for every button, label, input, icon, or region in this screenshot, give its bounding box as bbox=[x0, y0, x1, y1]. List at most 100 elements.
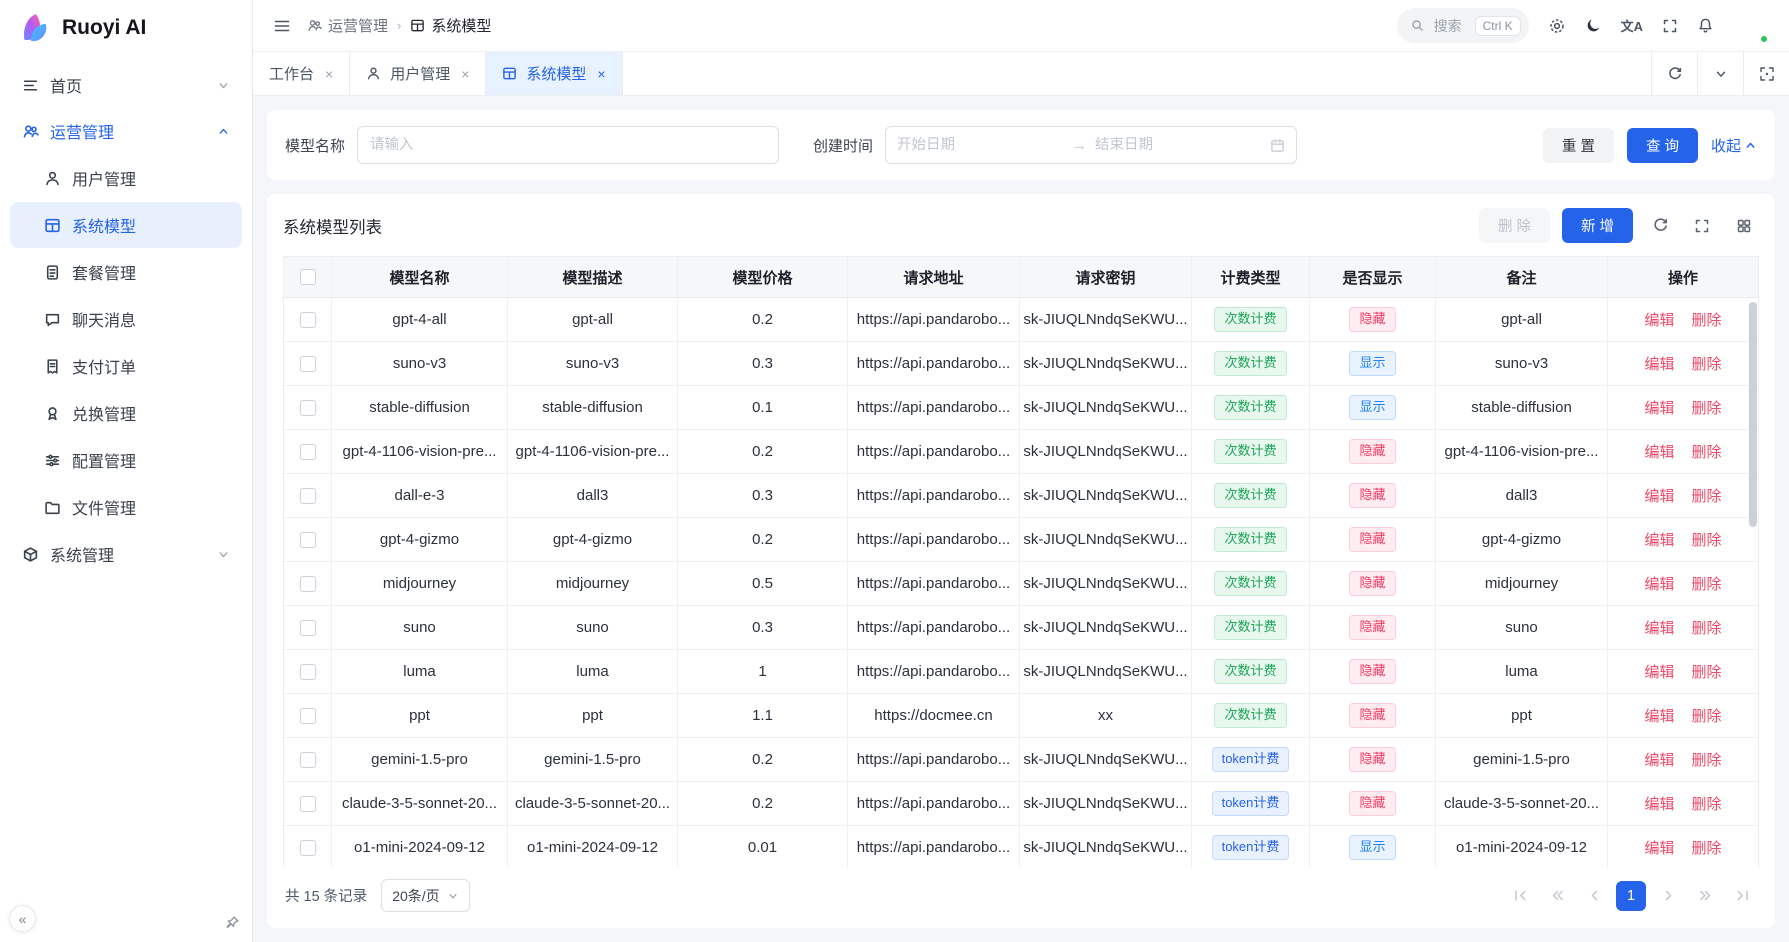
table-vertical-scrollbar[interactable] bbox=[1749, 302, 1757, 527]
sidebar-item-operations[interactable]: 运营管理 bbox=[10, 108, 242, 154]
create-time-range-picker[interactable]: → bbox=[885, 126, 1297, 164]
dark-mode-moon-icon[interactable] bbox=[1585, 17, 1602, 34]
first-page-button[interactable] bbox=[1505, 881, 1535, 911]
edit-link[interactable]: 编辑 bbox=[1644, 309, 1674, 330]
delete-link[interactable]: 删除 bbox=[1692, 749, 1722, 770]
delete-link[interactable]: 删除 bbox=[1692, 793, 1722, 814]
row-checkbox[interactable] bbox=[300, 356, 316, 372]
tab-workbench[interactable]: 工作台 × bbox=[253, 52, 350, 95]
row-checkbox[interactable] bbox=[300, 796, 316, 812]
next-page-button[interactable] bbox=[1653, 881, 1683, 911]
last-page-button[interactable] bbox=[1727, 881, 1757, 911]
close-icon[interactable]: × bbox=[597, 66, 605, 82]
row-checkbox[interactable] bbox=[300, 620, 316, 636]
edit-link[interactable]: 编辑 bbox=[1644, 353, 1674, 374]
page-size-select[interactable]: 20条/页 bbox=[381, 879, 469, 912]
delete-link[interactable]: 删除 bbox=[1692, 353, 1722, 374]
delete-link[interactable]: 删除 bbox=[1692, 529, 1722, 550]
model-desc-cell: suno-v3 bbox=[508, 342, 678, 386]
fast-prev-button[interactable] bbox=[1542, 881, 1572, 911]
request-key-cell: sk-JIUQLNndqSeKWU... bbox=[1020, 562, 1192, 606]
hamburger-icon[interactable] bbox=[273, 17, 291, 35]
page-content: 模型名称 创建时间 → 重 置 查 询 收起 bbox=[253, 96, 1789, 942]
breadcrumb-item-operations[interactable]: 运营管理 bbox=[307, 15, 388, 36]
close-icon[interactable]: × bbox=[461, 66, 469, 82]
row-checkbox[interactable] bbox=[300, 532, 316, 548]
row-checkbox[interactable] bbox=[300, 312, 316, 328]
current-page[interactable]: 1 bbox=[1616, 881, 1646, 911]
collapse-filter-link[interactable]: 收起 bbox=[1711, 135, 1757, 156]
delete-link[interactable]: 删除 bbox=[1692, 661, 1722, 682]
language-translate-icon[interactable]: 文A bbox=[1621, 16, 1643, 35]
model-desc-cell: suno bbox=[508, 606, 678, 650]
row-checkbox[interactable] bbox=[300, 708, 316, 724]
delete-link[interactable]: 删除 bbox=[1692, 705, 1722, 726]
sidebar-item-models[interactable]: 系统模型 bbox=[10, 202, 242, 248]
model-name-input[interactable] bbox=[357, 126, 779, 164]
end-date-input[interactable] bbox=[1095, 137, 1262, 153]
tab-models[interactable]: 系统模型 × bbox=[486, 52, 622, 95]
edit-link[interactable]: 编辑 bbox=[1644, 837, 1674, 858]
start-date-input[interactable] bbox=[897, 137, 1064, 153]
request-url-cell: https://api.pandarobo... bbox=[848, 782, 1020, 826]
sidebar-item-redeem[interactable]: 兑换管理 bbox=[10, 390, 242, 436]
sidebar-item-home[interactable]: 首页 bbox=[10, 62, 242, 108]
edit-link[interactable]: 编辑 bbox=[1644, 573, 1674, 594]
row-checkbox[interactable] bbox=[300, 664, 316, 680]
global-search[interactable]: 搜索 Ctrl K bbox=[1397, 8, 1529, 43]
row-checkbox[interactable] bbox=[300, 576, 316, 592]
row-checkbox[interactable] bbox=[300, 444, 316, 460]
delete-link[interactable]: 删除 bbox=[1692, 573, 1722, 594]
row-checkbox[interactable] bbox=[300, 840, 316, 856]
visibility-tag: 显示 bbox=[1349, 395, 1395, 419]
select-all-checkbox[interactable] bbox=[300, 269, 316, 285]
chevron-down-icon[interactable] bbox=[1697, 52, 1743, 95]
edit-link[interactable]: 编辑 bbox=[1644, 661, 1674, 682]
sidebar-item-chat[interactable]: 聊天消息 bbox=[10, 296, 242, 342]
bell-icon[interactable] bbox=[1697, 17, 1714, 34]
delete-link[interactable]: 删除 bbox=[1692, 441, 1722, 462]
gear-icon[interactable] bbox=[1548, 17, 1566, 35]
column-settings-icon[interactable] bbox=[1729, 211, 1759, 241]
edit-link[interactable]: 编辑 bbox=[1644, 793, 1674, 814]
edit-link[interactable]: 编辑 bbox=[1644, 485, 1674, 506]
tab-users[interactable]: 用户管理 × bbox=[350, 52, 486, 95]
delete-link[interactable]: 删除 bbox=[1692, 617, 1722, 638]
row-checkbox[interactable] bbox=[300, 488, 316, 504]
sidebar-item-files[interactable]: 文件管理 bbox=[10, 484, 242, 530]
sidebar-item-packages[interactable]: 套餐管理 bbox=[10, 249, 242, 295]
breadcrumb-item-models[interactable]: 系统模型 bbox=[410, 15, 491, 36]
edit-link[interactable]: 编辑 bbox=[1644, 529, 1674, 550]
query-button[interactable]: 查 询 bbox=[1627, 128, 1698, 163]
fast-next-button[interactable] bbox=[1690, 881, 1720, 911]
edit-link[interactable]: 编辑 bbox=[1644, 749, 1674, 770]
logo[interactable]: Ruoyi AI bbox=[0, 0, 252, 56]
delete-link[interactable]: 删除 bbox=[1692, 309, 1722, 330]
sidebar-item-orders[interactable]: 支付订单 bbox=[10, 343, 242, 389]
row-checkbox[interactable] bbox=[300, 752, 316, 768]
close-icon[interactable]: × bbox=[325, 66, 333, 82]
edit-link[interactable]: 编辑 bbox=[1644, 617, 1674, 638]
row-checkbox[interactable] bbox=[300, 400, 316, 416]
delete-link[interactable]: 删除 bbox=[1692, 837, 1722, 858]
content-fullscreen-icon[interactable] bbox=[1743, 52, 1789, 95]
delete-link[interactable]: 删除 bbox=[1692, 485, 1722, 506]
edit-link[interactable]: 编辑 bbox=[1644, 397, 1674, 418]
prev-page-button[interactable] bbox=[1579, 881, 1609, 911]
reset-button[interactable]: 重 置 bbox=[1543, 128, 1614, 163]
refresh-icon[interactable] bbox=[1645, 211, 1675, 241]
user-avatar[interactable] bbox=[1733, 8, 1769, 44]
batch-delete-button[interactable]: 删 除 bbox=[1479, 208, 1550, 243]
sidebar-collapse-button[interactable]: « bbox=[9, 905, 36, 932]
fullscreen-icon[interactable] bbox=[1662, 18, 1678, 34]
sidebar-item-config[interactable]: 配置管理 bbox=[10, 437, 242, 483]
edit-link[interactable]: 编辑 bbox=[1644, 441, 1674, 462]
refresh-icon[interactable] bbox=[1651, 52, 1697, 95]
table-fullscreen-icon[interactable] bbox=[1687, 211, 1717, 241]
pin-icon[interactable] bbox=[225, 915, 240, 930]
delete-link[interactable]: 删除 bbox=[1692, 397, 1722, 418]
sidebar-item-users[interactable]: 用户管理 bbox=[10, 155, 242, 201]
add-button[interactable]: 新 增 bbox=[1562, 208, 1633, 243]
sidebar-item-system[interactable]: 系统管理 bbox=[10, 531, 242, 577]
edit-link[interactable]: 编辑 bbox=[1644, 705, 1674, 726]
